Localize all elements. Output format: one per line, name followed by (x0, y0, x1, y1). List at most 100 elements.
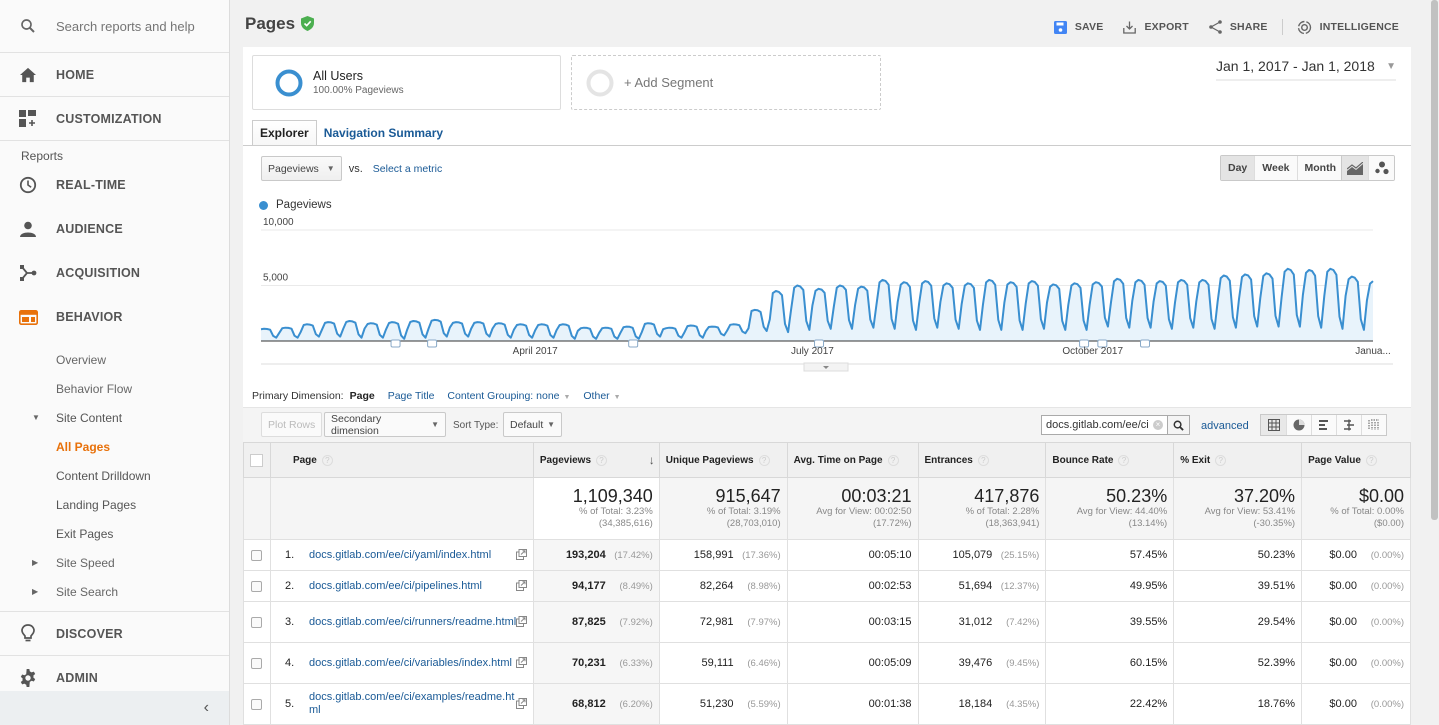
filter-search-button[interactable] (1168, 415, 1190, 435)
nav-content-drilldown[interactable]: Content Drilldown (0, 461, 229, 490)
nav-site-search[interactable]: ▶ Site Search (0, 577, 229, 606)
motion-chart-button[interactable] (1368, 156, 1394, 180)
column-pageviews[interactable]: Pageviews? ↓ (532, 442, 660, 478)
reports-heading: Reports (21, 149, 64, 163)
annotation-marker (628, 339, 639, 348)
nav-site-speed[interactable]: ▶ Site Speed (0, 548, 229, 577)
pivot-view-icon[interactable] (1361, 415, 1386, 435)
column-avg-time-on-page[interactable]: Avg. Time on Page? (786, 442, 919, 478)
sidebar-search[interactable]: Search reports and help (0, 0, 229, 53)
open-external-icon[interactable] (515, 698, 527, 709)
nav-acquisition[interactable]: ACQUISITION (0, 251, 229, 295)
row-checkbox-cell[interactable] (243, 683, 271, 725)
unique-pct: (5.59%) (747, 699, 781, 710)
row-checkbox-cell[interactable] (243, 642, 271, 684)
unique-pageviews-cell: 51,230 (5.59%) (658, 683, 788, 725)
nav-discover[interactable]: DISCOVER (0, 612, 229, 656)
add-segment-button[interactable]: + Add Segment (571, 55, 881, 110)
open-external-icon[interactable] (515, 580, 527, 591)
granularity-week-button[interactable]: Week (1254, 156, 1297, 180)
share-button[interactable]: SHARE (1209, 20, 1268, 34)
nav-all-pages[interactable]: All Pages (0, 432, 229, 461)
pie-view-icon[interactable] (1286, 415, 1311, 435)
nav-behavior-overview[interactable]: Overview (0, 345, 229, 374)
line-chart-button[interactable] (1342, 156, 1368, 180)
intelligence-button[interactable]: INTELLIGENCE (1297, 20, 1399, 35)
page-link[interactable]: docs.gitlab.com/ee/ci/pipelines.html (309, 580, 517, 593)
bounce-rate-value: 49.95% (1129, 580, 1168, 592)
nav-behavior[interactable]: BEHAVIOR (0, 295, 229, 339)
granularity-day-button[interactable]: Day (1221, 156, 1255, 180)
avg-time-cell: 00:03:15 (786, 601, 919, 643)
column-entrances[interactable]: Entrances? (917, 442, 1047, 478)
select-metric-link[interactable]: Select a metric (373, 163, 442, 175)
nav-home[interactable]: HOME (0, 53, 229, 97)
row-checkbox[interactable] (251, 580, 263, 592)
clear-filter-icon[interactable]: × (1153, 420, 1163, 430)
row-checkbox-cell[interactable] (243, 601, 271, 643)
nav-exit-pages[interactable]: Exit Pages (0, 519, 229, 548)
granularity-month-button[interactable]: Month (1296, 156, 1344, 180)
page-link[interactable]: docs.gitlab.com/ee/ci/yaml/index.html (309, 549, 517, 562)
open-external-icon[interactable] (515, 657, 527, 668)
avg-time-value: 00:01:38 (868, 698, 912, 710)
date-range-picker[interactable]: Jan 1, 2017 - Jan 1, 2018 ▼ (1216, 58, 1396, 81)
help-icon[interactable]: ? (1365, 454, 1377, 466)
table-view-icon[interactable] (1261, 415, 1286, 435)
row-checkbox-cell[interactable] (243, 570, 271, 602)
totals-empty-cell (243, 477, 271, 540)
save-button[interactable]: SAVE (1053, 20, 1104, 34)
performance-view-icon[interactable] (1311, 415, 1336, 435)
page-link[interactable]: docs.gitlab.com/ee/ci/variables/index.ht… (309, 657, 517, 670)
collapse-sidebar-button[interactable]: ‹ (0, 691, 229, 725)
plot-rows-button[interactable]: Plot Rows (261, 412, 323, 437)
column-page[interactable]: Page? (269, 442, 534, 478)
scrollbar-thumb[interactable] (1431, 0, 1438, 520)
dimension-page-title[interactable]: Page Title (388, 390, 435, 402)
help-icon[interactable]: ? (758, 454, 770, 466)
segment-all-users[interactable]: All Users 100.00% Pageviews (252, 55, 561, 110)
row-checkbox-cell[interactable] (243, 539, 271, 571)
nav-real-time[interactable]: REAL-TIME (0, 163, 229, 207)
column-exit[interactable]: % Exit? (1173, 442, 1303, 478)
dimension-other[interactable]: Other ▼ (583, 390, 620, 402)
unique-pct: (6.46%) (747, 658, 781, 669)
primary-dimension-current: Page (349, 390, 375, 402)
table-filter-input[interactable]: docs.gitlab.com/ee/ci × (1041, 415, 1168, 435)
help-icon[interactable]: ? (1118, 454, 1130, 466)
nav-landing-pages[interactable]: Landing Pages (0, 490, 229, 519)
page-scrollbar[interactable] (1429, 0, 1439, 725)
nav-behavior-flow[interactable]: Behavior Flow (0, 374, 229, 403)
open-external-icon[interactable] (515, 549, 527, 560)
metric-select[interactable]: Pageviews ▼ (261, 156, 342, 181)
select-all-checkbox[interactable] (243, 442, 271, 478)
export-button[interactable]: EXPORT (1123, 21, 1189, 34)
column-unique-pageviews[interactable]: Unique Pageviews? (658, 442, 788, 478)
row-checkbox[interactable] (251, 616, 263, 628)
page-link[interactable]: docs.gitlab.com/ee/ci/runners/readme.htm… (309, 616, 517, 629)
tab-explorer[interactable]: Explorer (252, 120, 317, 146)
row-checkbox[interactable] (251, 698, 263, 710)
advanced-filter-link[interactable]: advanced (1201, 420, 1249, 432)
nav-customization[interactable]: CUSTOMIZATION (0, 97, 229, 141)
page-value-pct: (0.00%) (1370, 699, 1404, 710)
help-icon[interactable]: ? (977, 454, 989, 466)
page-link[interactable]: docs.gitlab.com/ee/ci/examples/readme.ht… (309, 691, 517, 717)
help-icon[interactable]: ? (887, 454, 899, 466)
help-icon[interactable]: ? (1215, 454, 1227, 466)
secondary-dimension-select[interactable]: Secondary dimension ▼ (324, 412, 446, 437)
nav-audience[interactable]: AUDIENCE (0, 207, 229, 251)
nav-site-content[interactable]: ▼ Site Content (0, 403, 229, 432)
column-bounce-rate[interactable]: Bounce Rate? (1045, 442, 1175, 478)
caret-down-icon: ▼ (1386, 60, 1396, 72)
help-icon[interactable]: ? (596, 454, 608, 466)
row-checkbox[interactable] (251, 549, 263, 561)
dimension-content-grouping[interactable]: Content Grouping: none ▼ (447, 390, 570, 402)
open-external-icon[interactable] (515, 616, 527, 627)
tab-navigation-summary[interactable]: Navigation Summary (317, 120, 450, 146)
column-page-value[interactable]: Page Value? (1301, 442, 1411, 478)
row-checkbox[interactable] (251, 657, 263, 669)
help-icon[interactable]: ? (321, 454, 333, 466)
comparison-view-icon[interactable] (1336, 415, 1361, 435)
sort-type-select[interactable]: Default ▼ (503, 412, 562, 437)
